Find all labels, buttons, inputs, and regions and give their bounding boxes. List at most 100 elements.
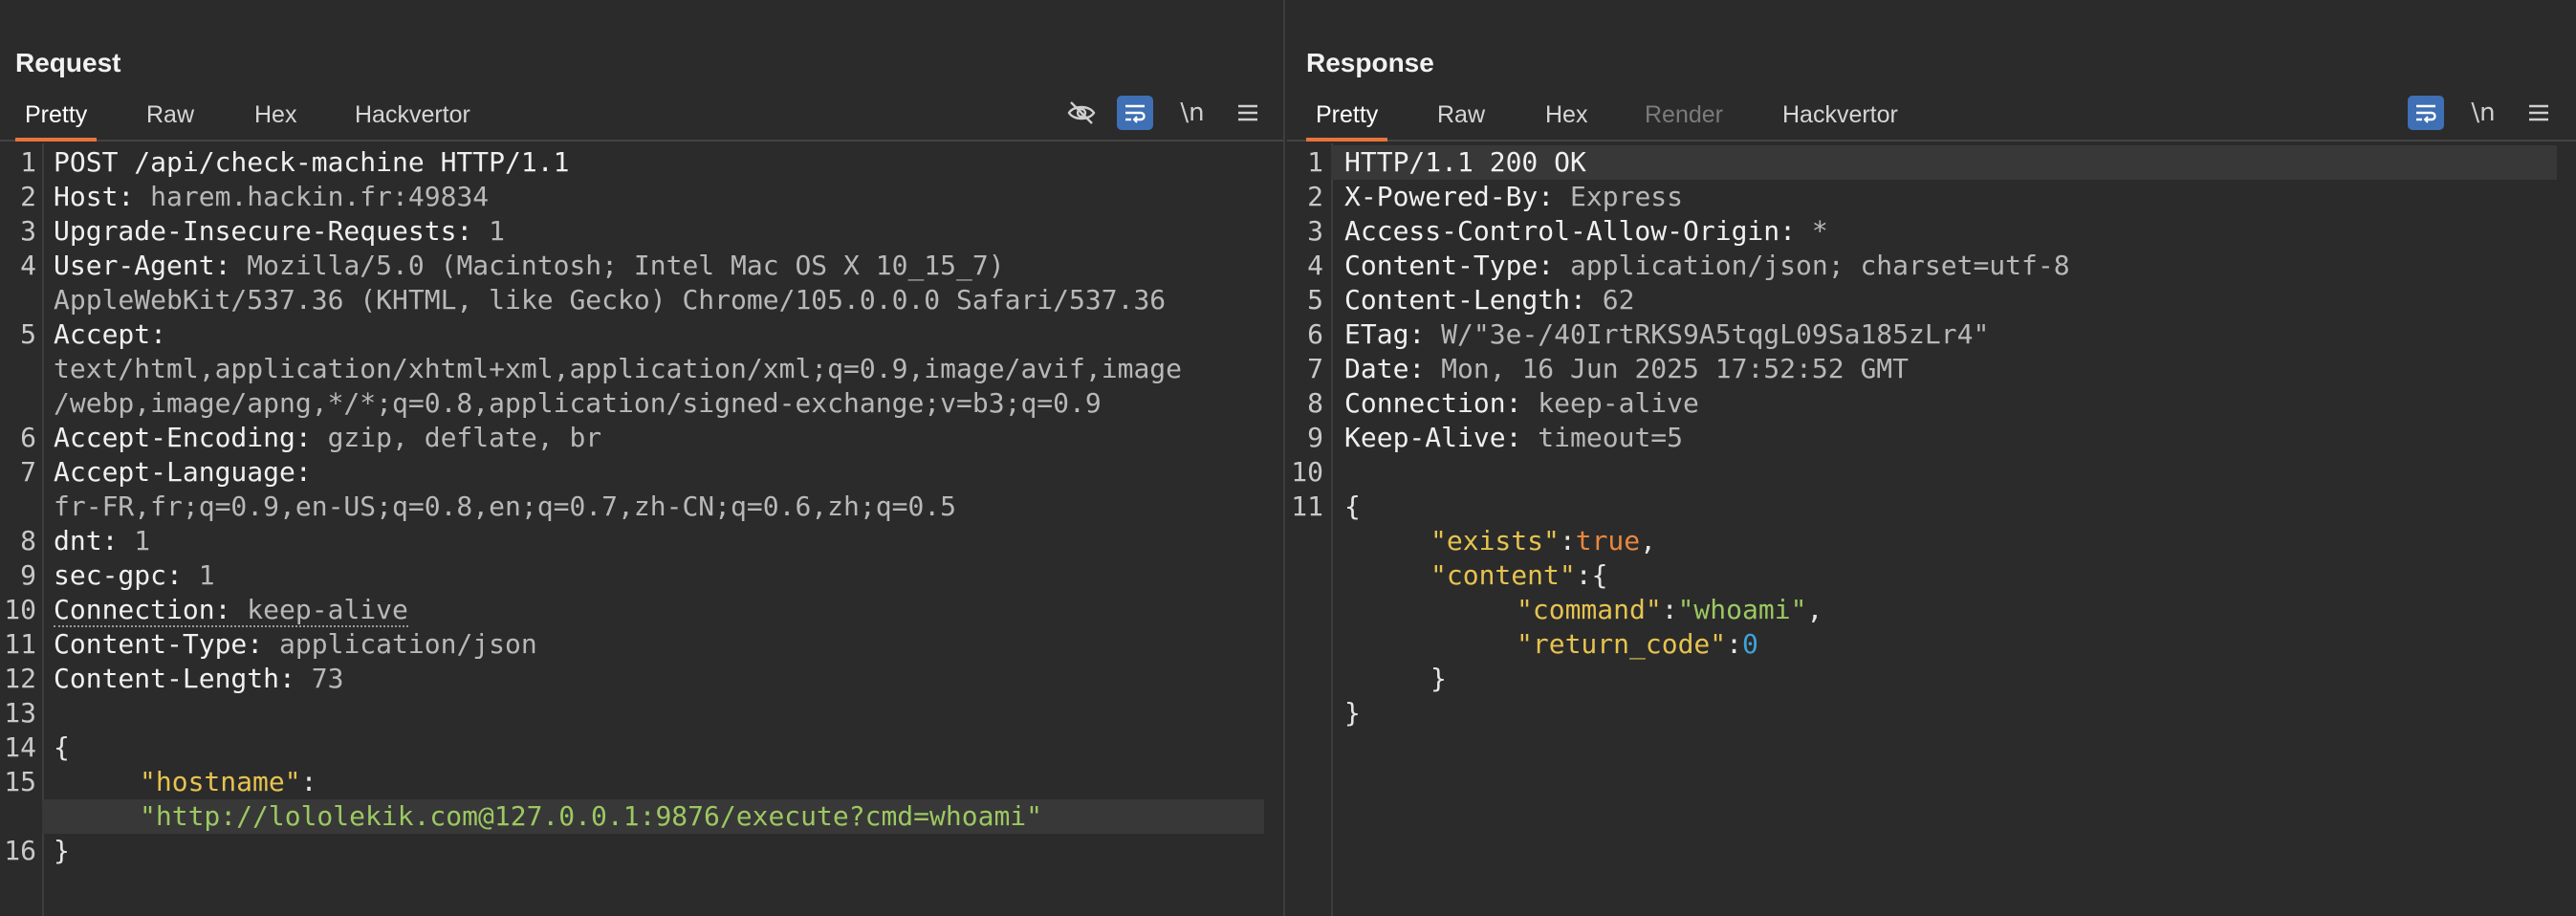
header-name: Keep-Alive:: [1344, 422, 1522, 453]
request-line-text: POST /api/check-machine HTTP/1.1: [54, 146, 570, 178]
json-line: {: [54, 731, 1264, 765]
json-brace: {: [1344, 491, 1361, 522]
header-line: Content-Length: 73: [54, 662, 1264, 696]
header-line: Access-Control-Allow-Origin: *: [1344, 214, 2557, 249]
line-number: 9: [1307, 422, 1323, 453]
response-pane: Response Pretty Raw Hex Render Hackverto…: [1287, 0, 2576, 916]
header-line: Accept-Encoding: gzip, deflate, br: [54, 421, 1264, 455]
json-line: "command":"whoami",: [1517, 593, 2557, 627]
json-brace: }: [1430, 663, 1447, 694]
header-line: X-Powered-By: Express: [1344, 180, 2557, 214]
response-editor[interactable]: 1 2 3 4 5 6 7 8 9 10 11 HTTP/1.1 200 OK …: [1287, 143, 2576, 916]
json-key: "hostname": [140, 766, 301, 797]
line-number: 6: [1307, 318, 1323, 350]
tab-hackvertor[interactable]: Hackvertor: [1773, 99, 1908, 138]
header-value: application/json: [263, 628, 537, 660]
header-value: Express: [1554, 181, 1684, 212]
line-number: 3: [1307, 215, 1323, 247]
header-value: fr-FR,fr;q=0.9,en-US;q=0.8,en;q=0.7,zh-C…: [54, 491, 957, 522]
menu-icon[interactable]: [1230, 96, 1266, 130]
tab-raw[interactable]: Raw: [1428, 99, 1495, 138]
json-boolean: true: [1575, 525, 1641, 556]
json-key: "command": [1517, 594, 1662, 625]
line-number: 2: [20, 181, 36, 212]
newline-toggle[interactable]: \n: [2465, 96, 2501, 130]
line-number-gutter: 1 2 3 4 5 6 7 8 9 10 11: [1287, 143, 1333, 916]
header-value: 73: [295, 663, 344, 694]
header-value: 62: [1585, 284, 1635, 316]
tab-pretty[interactable]: Pretty: [15, 99, 98, 142]
tab-raw[interactable]: Raw: [137, 99, 204, 138]
json-key: "content": [1430, 559, 1576, 591]
header-name: Accept:: [54, 318, 167, 350]
header-name: ETag:: [1344, 318, 1426, 350]
header-value: Mon, 16 Jun 2025 17:52:52 GMT: [1425, 353, 1910, 384]
header-name: Upgrade-Insecure-Requests:: [54, 215, 473, 247]
line-number: 11: [4, 628, 36, 660]
word-wrap-icon[interactable]: [1117, 96, 1153, 130]
json-punct: :{: [1575, 559, 1608, 591]
json-string: "http://lololekik.com@127.0.0.1:9876/exe…: [140, 800, 1043, 832]
word-wrap-icon[interactable]: [2408, 96, 2444, 130]
header-value: gzip, deflate, br: [311, 422, 602, 453]
header-name: Accept-Encoding:: [54, 422, 312, 453]
line-number: 5: [1307, 284, 1323, 316]
json-line: }: [1344, 696, 2557, 731]
header-name: Content-Type:: [54, 628, 264, 660]
json-punct: :: [1726, 628, 1743, 660]
header-line-continuation: fr-FR,fr;q=0.9,en-US;q=0.8,en;q=0.7,zh-C…: [54, 490, 1264, 524]
newline-toggle[interactable]: \n: [1174, 96, 1211, 130]
json-brace: }: [54, 835, 70, 866]
line-number: 16: [4, 835, 36, 866]
header-value: Mozilla/5.0 (Macintosh; Intel Mac OS X 1…: [230, 250, 1005, 281]
json-punct: :: [1559, 525, 1576, 556]
json-number: 0: [1742, 628, 1758, 660]
header-line: Upgrade-Insecure-Requests: 1: [54, 214, 1264, 249]
tab-hackvertor[interactable]: Hackvertor: [345, 99, 480, 138]
eye-off-icon[interactable]: [1063, 96, 1100, 130]
line-number: 4: [1307, 250, 1323, 281]
line-number: 3: [20, 215, 36, 247]
line-number: 8: [20, 525, 36, 556]
line-number: 7: [20, 456, 36, 488]
menu-icon[interactable]: [2521, 96, 2557, 130]
line-number: 4: [20, 250, 36, 281]
json-line: "content":{: [1430, 558, 2557, 593]
header-line: Date: Mon, 16 Jun 2025 17:52:52 GMT: [1344, 352, 2557, 386]
header-name: Connection:: [54, 594, 231, 625]
json-line: }: [54, 834, 1264, 868]
json-key: "exists": [1430, 525, 1560, 556]
line-number: 11: [1291, 491, 1323, 522]
header-name: Date:: [1344, 353, 1426, 384]
json-brace: {: [54, 731, 70, 763]
header-line: Accept-Language:: [54, 455, 1264, 490]
tab-hex[interactable]: Hex: [245, 99, 306, 138]
header-line-continuation: text/html,application/xhtml+xml,applicat…: [54, 352, 1264, 386]
header-name: Content-Length:: [1344, 284, 1586, 316]
tab-pretty[interactable]: Pretty: [1306, 99, 1388, 142]
json-line-highlighted: "http://lololekik.com@127.0.0.1:9876/exe…: [42, 799, 1264, 834]
header-line-continuation: /webp,image/apng,*/*;q=0.8,application/s…: [54, 386, 1264, 421]
line-number: 6: [20, 422, 36, 453]
header-name: sec-gpc:: [54, 559, 183, 591]
header-value: *: [1796, 215, 1828, 247]
json-line: "hostname":: [54, 765, 1264, 799]
header-line: sec-gpc: 1: [54, 558, 1264, 593]
header-line: Content-Length: 62: [1344, 283, 2557, 317]
header-line-continuation: AppleWebKit/537.36 (KHTML, like Gecko) C…: [54, 283, 1264, 317]
line-number: 14: [4, 731, 36, 763]
tab-hex[interactable]: Hex: [1536, 99, 1597, 138]
header-name: Content-Type:: [1344, 250, 1555, 281]
header-name: Content-Length:: [54, 663, 295, 694]
header-value: /webp,image/apng,*/*;q=0.8,application/s…: [54, 387, 1102, 419]
line-number: 1: [1307, 146, 1323, 178]
tab-render[interactable]: Render: [1635, 99, 1733, 138]
header-name: Host:: [54, 181, 135, 212]
header-value: keep-alive: [230, 594, 408, 625]
json-punct: :: [300, 766, 317, 797]
line-number-gutter: 1 2 3 4 5 6 7 8 9 10 11 12 13 14 15 16: [0, 143, 44, 916]
line-number: 7: [1307, 353, 1323, 384]
request-editor[interactable]: 1 2 3 4 5 6 7 8 9 10 11 12 13 14 15 16 P…: [0, 143, 1283, 916]
line-number: 1: [20, 146, 36, 178]
json-line: }: [1430, 662, 2557, 696]
